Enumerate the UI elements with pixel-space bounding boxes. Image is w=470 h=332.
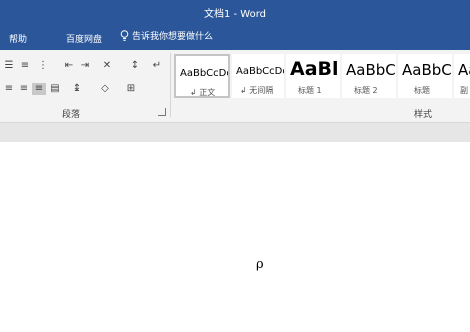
ribbon-tabs: 帮助 百度网盘 告诉我你想要做什么 [0,24,470,50]
ribbon: ☰ ≡ ⋮ ⇤ ⇥ ✕ ↕ ↵ ≡ ≡ ≡ ▤ ↨ ◇ ⊞ 段落 AaBbCcD… [0,50,470,123]
style-label: 标题 [414,86,430,95]
document-text[interactable]: ρ [256,257,264,272]
paragraph-group: ☰ ≡ ⋮ ⇤ ⇥ ✕ ↕ ↵ ≡ ≡ ≡ ▤ ↨ ◇ ⊞ 段落 [0,50,170,122]
sort-icon[interactable]: ↕ [128,60,142,72]
shading-icon[interactable]: ◇ [98,83,112,95]
multilevel-list-icon[interactable]: ⋮ [36,60,50,72]
decrease-indent-icon[interactable]: ⇤ [62,60,76,72]
style-heading-1[interactable]: AaBl 标题 1 [286,54,340,98]
ruler-area [0,123,470,142]
justify-icon[interactable]: ≡ [32,83,46,95]
tab-baidu-disk[interactable]: 百度网盘 [66,32,102,45]
tab-help[interactable]: 帮助 [9,32,27,45]
style-label: ↲ 正文 [190,88,216,97]
style-normal[interactable]: AaBbCcDd ↲ 正文 [174,54,230,98]
borders-icon[interactable]: ⊞ [124,83,138,95]
tell-me-search[interactable]: 告诉我你想要做什么 [120,29,213,42]
show-marks-icon[interactable]: ↵ [150,60,164,72]
style-no-spacing[interactable]: AaBbCcDd ↲ 无间隔 [232,54,284,98]
style-label: 标题 1 [298,86,322,95]
style-label: ↲ 无间隔 [240,86,274,95]
style-title[interactable]: AaBbC 标题 [398,54,452,98]
align-center-icon[interactable]: ≡ [2,83,16,95]
dialog-launcher-icon[interactable] [158,108,166,116]
group-separator [170,53,171,117]
style-label: 副 [460,86,468,95]
style-subtitle[interactable]: Aa 副 [454,54,470,98]
distributed-icon[interactable]: ▤ [48,83,62,95]
style-heading-2[interactable]: AaBbC 标题 2 [342,54,396,98]
title-bar: 文档1 - Word [0,0,470,24]
chinese-layout-icon[interactable]: ✕ [100,60,114,72]
numbering-icon[interactable]: ≡ [18,60,32,72]
line-spacing-icon[interactable]: ↨ [70,83,84,95]
style-label: 标题 2 [354,86,378,95]
styles-group-label: 样式 [414,110,433,120]
window-title: 文档1 - Word [203,8,267,20]
align-right-icon[interactable]: ≡ [17,83,31,95]
paragraph-group-label: 段落 [62,110,81,120]
tell-me-text: 告诉我你想要做什么 [132,32,214,42]
bullets-icon[interactable]: ☰ [2,60,16,72]
lightbulb-icon [120,29,129,42]
styles-gallery: AaBbCcDd ↲ 正文 AaBbCcDd ↲ 无间隔 AaBl 标题 1 A… [172,52,470,104]
increase-indent-icon[interactable]: ⇥ [78,60,92,72]
document-page[interactable]: ρ [0,142,470,332]
